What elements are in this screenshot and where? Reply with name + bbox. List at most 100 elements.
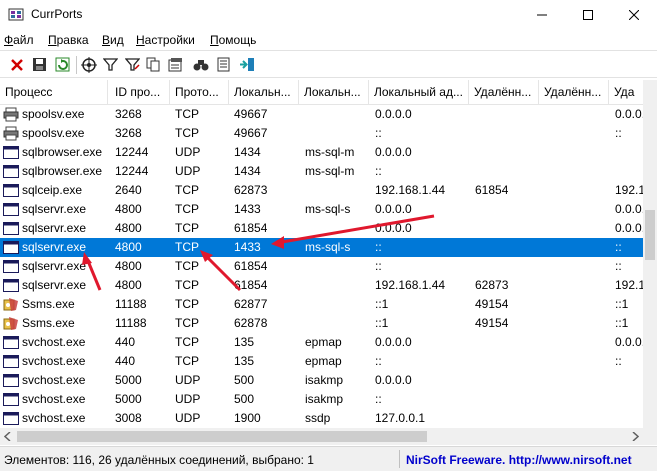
nirsoft-link[interactable]: NirSoft Freeware. http://www.nirsoft.net [406, 453, 632, 467]
filter-icon [103, 58, 118, 71]
filter-edit-icon [125, 58, 140, 71]
column-header-local-address[interactable]: Локальный ад... [369, 80, 469, 104]
cell-local-address: 0.0.0.0 [375, 202, 412, 216]
menu-view[interactable]: Вид [102, 33, 124, 47]
cell-remote-port: 49154 [475, 297, 509, 311]
cell-protocol: TCP [175, 335, 199, 349]
menu-edit[interactable]: Правка [48, 33, 89, 47]
ssms-icon [3, 297, 19, 312]
copy-button[interactable] [145, 56, 162, 73]
status-summary: Элементов: 116, 26 удалённых соединений,… [4, 453, 314, 467]
scroll-right-icon[interactable] [631, 432, 639, 441]
cell-local-port: 49667 [234, 126, 268, 140]
table-row[interactable]: sqlservr.exe 4800 TCP 61854:::: [0, 257, 643, 276]
cell-process: sqlservr.exe [22, 259, 87, 273]
cell-local-port: 49667 [234, 107, 268, 121]
exit-icon [239, 58, 254, 71]
table-header: Процесс ID про... Прото... Локальн... Ло… [0, 80, 643, 105]
cell-local-port: 62873 [234, 183, 268, 197]
close-connection-button[interactable] [8, 56, 25, 73]
filter-edit-button[interactable] [124, 56, 141, 73]
cell-local-port-name: isakmp [305, 373, 344, 387]
window-icon [3, 202, 19, 217]
cell-local-port: 1433 [234, 240, 261, 254]
exit-button[interactable] [238, 56, 255, 73]
table-row[interactable]: svchost.exe 440 TCP 135 epmap:::: [0, 352, 643, 371]
column-header-local-port[interactable]: Локальн... [229, 80, 299, 104]
table-row[interactable]: sqlservr.exe 4800 TCP 61854 192.168.1.44 6287… [0, 276, 643, 295]
table-row[interactable]: sqlbrowser.exe 12244 UDP 1434 ms-sql-m 0.0.0.… [0, 143, 643, 162]
table-row[interactable]: spoolsv.exe 3268 TCP 49667 0.0.0.0 0.0.0. [0, 105, 643, 124]
table-row[interactable]: svchost.exe 5000 UDP 500 isakmp 0.0.0.0 [0, 371, 643, 390]
horizontal-scrollbar[interactable] [0, 428, 643, 445]
table-row[interactable]: sqlbrowser.exe 12244 UDP 1434 ms-sql-m:: [0, 162, 643, 181]
menu-settings[interactable]: Настройки [136, 33, 195, 47]
html-report-button[interactable] [215, 56, 232, 73]
cell-pid: 11188 [115, 297, 147, 311]
table-row-selected[interactable]: sqlservr.exe 4800 TCP 1433 ms-sql-s:::: [0, 238, 643, 257]
table-row[interactable]: sqlservr.exe 4800 TCP 61854 0.0.0.0 0.0.0. [0, 219, 643, 238]
window-icon [3, 411, 19, 426]
cell-local-port: 62877 [234, 297, 268, 311]
column-header-process[interactable]: Процесс [0, 80, 108, 104]
column-header-protocol[interactable]: Прото... [170, 80, 229, 104]
cell-process: svchost.exe [22, 373, 86, 387]
filter-button[interactable] [102, 56, 119, 73]
close-button[interactable] [611, 0, 657, 30]
cell-protocol: TCP [175, 221, 199, 235]
minimize-icon [537, 14, 547, 16]
table-row[interactable]: svchost.exe 440 TCP 135 epmap 0.0.0.0 0.0.0. [0, 333, 643, 352]
vertical-scrollbar[interactable] [643, 80, 657, 428]
status-divider [399, 450, 400, 468]
connections-table[interactable]: Процесс ID про... Прото... Локальн... Ло… [0, 80, 643, 428]
cell-remote-port: 61854 [475, 183, 509, 197]
cell-process: Ssms.exe [22, 316, 75, 330]
cell-process: spoolsv.exe [22, 107, 85, 121]
minimize-button[interactable] [519, 0, 565, 30]
properties-button[interactable] [167, 56, 184, 73]
cell-protocol: UDP [175, 373, 201, 387]
table-row[interactable]: spoolsv.exe 3268 TCP 49667:::: [0, 124, 643, 143]
column-header-local-port-name[interactable]: Локальн... [299, 80, 369, 104]
table-row[interactable]: svchost.exe 5000 UDP 500 isakmp:: [0, 390, 643, 409]
cell-local-address: 0.0.0.0 [375, 107, 412, 121]
cell-pid: 11188 [115, 316, 147, 330]
cell-local-port-name: ms-sql-s [305, 202, 351, 216]
cell-local-port: 1434 [234, 145, 261, 159]
refresh-button[interactable] [54, 56, 71, 73]
cell-local-address: 0.0.0.0 [375, 335, 412, 349]
cell-local-address: :: [375, 259, 382, 273]
cell-remote-port: 49154 [475, 316, 509, 330]
cell-local-port-name: ms-sql-s [305, 240, 351, 254]
table-row[interactable]: Ssms.exe 11188 TCP 62877::1 49154::1 [0, 295, 643, 314]
column-header-process-id[interactable]: ID про... [110, 80, 170, 104]
cell-local-address: :: [375, 392, 382, 406]
table-row[interactable]: sqlceip.exe 2640 TCP 62873 192.168.1.44 61854… [0, 181, 643, 200]
title-bar: CurrPorts [0, 0, 657, 30]
find-button[interactable] [192, 56, 209, 73]
cell-local-address: 192.168.1.44 [375, 278, 446, 292]
menu-help[interactable]: Помощь [210, 33, 256, 47]
horizontal-scroll-thumb[interactable] [17, 431, 427, 442]
cell-process: svchost.exe [22, 411, 86, 425]
save-button[interactable] [31, 56, 48, 73]
target-button[interactable] [80, 56, 97, 73]
maximize-button[interactable] [565, 0, 611, 30]
column-header-remote-port[interactable]: Удалённ... [469, 80, 539, 104]
column-header-remote-address[interactable]: Уда [609, 80, 643, 104]
properties-icon [168, 58, 182, 72]
menu-file[interactable]: Файл [4, 33, 34, 47]
column-header-remote-port-name[interactable]: Удалённ... [539, 80, 609, 104]
cell-pid: 3268 [115, 107, 142, 121]
cell-protocol: UDP [175, 411, 201, 425]
cell-local-port-name: epmap [305, 335, 342, 349]
cell-protocol: TCP [175, 126, 199, 140]
scroll-left-icon[interactable] [4, 432, 12, 441]
table-row[interactable]: Ssms.exe 11188 TCP 62878::1 49154::1 [0, 314, 643, 333]
vertical-scroll-thumb[interactable] [645, 210, 655, 260]
cell-local-address: :: [375, 354, 382, 368]
table-row[interactable]: svchost.exe 3008 UDP 1900 ssdp 127.0.0.1 [0, 409, 643, 428]
table-row[interactable]: sqlservr.exe 4800 TCP 1433 ms-sql-s 0.0.0.0 0.… [0, 200, 643, 219]
window-icon [3, 392, 19, 407]
save-icon [33, 58, 46, 71]
